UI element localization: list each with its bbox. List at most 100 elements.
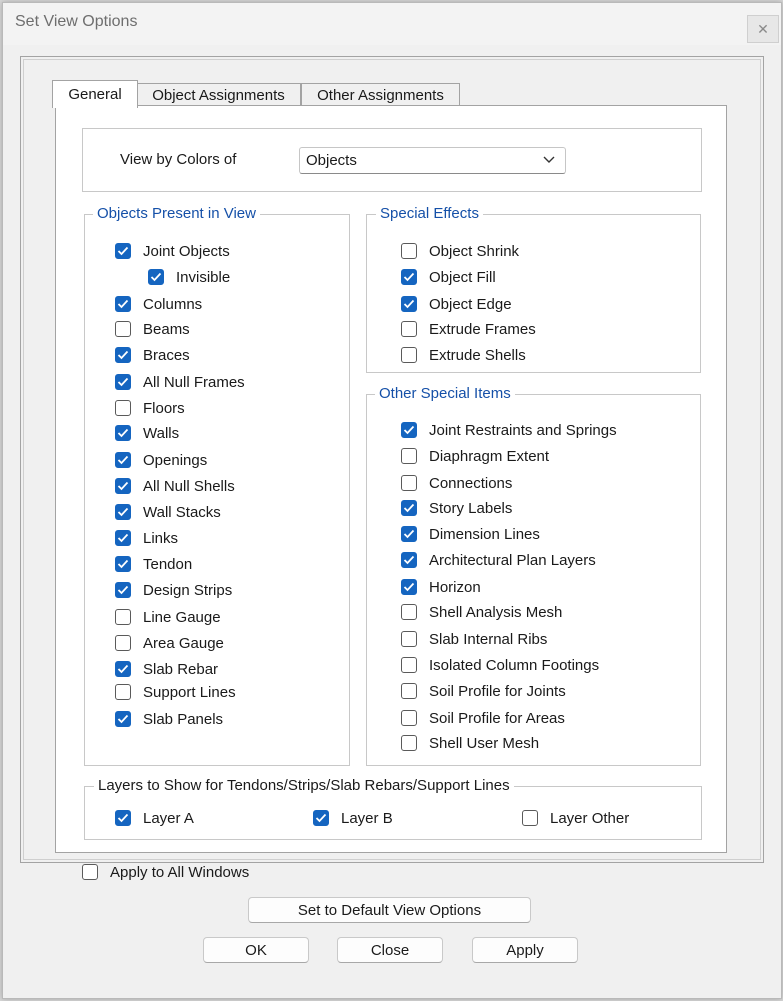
- checkbox-layer-b[interactable]: Layer B: [313, 808, 393, 828]
- checkbox-unchecked-icon[interactable]: [115, 321, 131, 337]
- checkbox-unchecked-icon[interactable]: [401, 604, 417, 620]
- close-button[interactable]: Close: [337, 937, 443, 963]
- checkbox-invisible[interactable]: Invisible: [148, 267, 230, 287]
- checkbox-slab-rebar[interactable]: Slab Rebar: [115, 659, 218, 679]
- checkbox-unchecked-icon[interactable]: [401, 347, 417, 363]
- checkbox-checked-icon[interactable]: [115, 530, 131, 546]
- checkbox-checked-icon[interactable]: [313, 810, 329, 826]
- checkbox-openings[interactable]: Openings: [115, 450, 207, 470]
- set-default-view-options-button[interactable]: Set to Default View Options: [248, 897, 531, 923]
- checkbox-unchecked-icon[interactable]: [401, 243, 417, 259]
- checkbox-object-shrink[interactable]: Object Shrink: [401, 241, 519, 261]
- checkbox-checked-icon[interactable]: [115, 347, 131, 363]
- checkbox-unchecked-icon[interactable]: [401, 631, 417, 647]
- checkbox-unchecked-icon[interactable]: [115, 635, 131, 651]
- checkbox-checked-icon[interactable]: [148, 269, 164, 285]
- tab-other-assignments[interactable]: Other Assignments: [301, 83, 460, 107]
- checkbox-floors[interactable]: Floors: [115, 398, 185, 418]
- checkbox-shell-user-mesh[interactable]: Shell User Mesh: [401, 733, 539, 753]
- checkbox-unchecked-icon[interactable]: [115, 684, 131, 700]
- checkbox-slab-internal-ribs[interactable]: Slab Internal Ribs: [401, 629, 547, 649]
- checkbox-checked-icon[interactable]: [115, 374, 131, 390]
- checkbox-unchecked-icon[interactable]: [401, 710, 417, 726]
- layers-group: Layers to Show for Tendons/Strips/Slab R…: [84, 777, 702, 840]
- checkbox-soil-profile-for-areas[interactable]: Soil Profile for Areas: [401, 708, 565, 728]
- checkbox-checked-icon[interactable]: [115, 556, 131, 572]
- checkbox-diaphragm-extent[interactable]: Diaphragm Extent: [401, 446, 549, 466]
- checkbox-label: Invisible: [176, 268, 231, 286]
- checkbox-checked-icon[interactable]: [401, 296, 417, 312]
- checkbox-checked-icon[interactable]: [401, 526, 417, 542]
- checkbox-checked-icon[interactable]: [401, 552, 417, 568]
- ok-button[interactable]: OK: [203, 937, 309, 963]
- view-by-colors-dropdown[interactable]: Objects: [299, 147, 566, 174]
- checkbox-all-null-shells[interactable]: All Null Shells: [115, 476, 235, 496]
- checkbox-layer-a[interactable]: Layer A: [115, 808, 194, 828]
- checkbox-story-labels[interactable]: Story Labels: [401, 498, 512, 518]
- checkbox-area-gauge[interactable]: Area Gauge: [115, 633, 224, 653]
- title-bar[interactable]: Set View Options ✕: [3, 3, 781, 45]
- checkbox-unchecked-icon[interactable]: [401, 735, 417, 751]
- checkbox-dimension-lines[interactable]: Dimension Lines: [401, 524, 540, 544]
- checkbox-checked-icon[interactable]: [115, 452, 131, 468]
- checkbox-unchecked-icon[interactable]: [401, 683, 417, 699]
- checkbox-checked-icon[interactable]: [115, 711, 131, 727]
- checkbox-unchecked-icon[interactable]: [115, 400, 131, 416]
- checkbox-architectural-plan-layers[interactable]: Architectural Plan Layers: [401, 550, 596, 570]
- checkbox-checked-icon[interactable]: [115, 810, 131, 826]
- checkbox-braces[interactable]: Braces: [115, 345, 190, 365]
- checkbox-checked-icon[interactable]: [115, 582, 131, 598]
- checkbox-checked-icon[interactable]: [115, 504, 131, 520]
- checkbox-walls[interactable]: Walls: [115, 423, 179, 443]
- checkbox-label: Joint Restraints and Springs: [429, 421, 617, 439]
- checkbox-unchecked-icon[interactable]: [401, 657, 417, 673]
- checkbox-apply-to-all-windows[interactable]: Apply to All Windows: [82, 862, 249, 882]
- checkbox-beams[interactable]: Beams: [115, 319, 190, 339]
- checkbox-checked-icon[interactable]: [115, 478, 131, 494]
- checkbox-soil-profile-for-joints[interactable]: Soil Profile for Joints: [401, 681, 566, 701]
- checkbox-unchecked-icon[interactable]: [401, 475, 417, 491]
- checkbox-label: Object Shrink: [429, 242, 520, 260]
- checkbox-connections[interactable]: Connections: [401, 473, 512, 493]
- checkbox-extrude-frames[interactable]: Extrude Frames: [401, 319, 536, 339]
- checkbox-wall-stacks[interactable]: Wall Stacks: [115, 502, 221, 522]
- checkbox-unchecked-icon[interactable]: [522, 810, 538, 826]
- checkbox-all-null-frames[interactable]: All Null Frames: [115, 372, 245, 392]
- checkbox-checked-icon[interactable]: [401, 579, 417, 595]
- checkbox-checked-icon[interactable]: [115, 661, 131, 677]
- checkbox-object-edge[interactable]: Object Edge: [401, 294, 512, 314]
- tab-general[interactable]: General: [52, 80, 138, 108]
- checkbox-joint-restraints-and-springs[interactable]: Joint Restraints and Springs: [401, 420, 617, 440]
- checkbox-checked-icon[interactable]: [115, 243, 131, 259]
- checkbox-checked-icon[interactable]: [401, 422, 417, 438]
- checkbox-shell-analysis-mesh[interactable]: Shell Analysis Mesh: [401, 602, 562, 622]
- checkbox-object-fill[interactable]: Object Fill: [401, 267, 496, 287]
- checkbox-extrude-shells[interactable]: Extrude Shells: [401, 345, 526, 365]
- checkbox-support-lines[interactable]: Support Lines: [115, 682, 236, 702]
- checkbox-line-gauge[interactable]: Line Gauge: [115, 607, 221, 627]
- checkbox-label: Support Lines: [143, 683, 236, 701]
- checkbox-joint-objects[interactable]: Joint Objects: [115, 241, 230, 261]
- checkbox-design-strips[interactable]: Design Strips: [115, 580, 232, 600]
- checkbox-checked-icon[interactable]: [401, 500, 417, 516]
- checkbox-checked-icon[interactable]: [115, 425, 131, 441]
- checkbox-label: Soil Profile for Areas: [429, 709, 565, 727]
- checkbox-unchecked-icon[interactable]: [401, 448, 417, 464]
- apply-button[interactable]: Apply: [472, 937, 578, 963]
- checkbox-links[interactable]: Links: [115, 528, 178, 548]
- checkbox-tendon[interactable]: Tendon: [115, 554, 192, 574]
- close-window-button[interactable]: ✕: [747, 15, 779, 43]
- checkbox-checked-icon[interactable]: [115, 296, 131, 312]
- checkbox-label: Apply to All Windows: [110, 863, 250, 881]
- checkbox-unchecked-icon[interactable]: [401, 321, 417, 337]
- checkbox-unchecked-icon[interactable]: [82, 864, 98, 880]
- checkbox-unchecked-icon[interactable]: [115, 609, 131, 625]
- tab-object-assignments[interactable]: Object Assignments: [136, 83, 301, 107]
- checkbox-columns[interactable]: Columns: [115, 294, 202, 314]
- checkbox-isolated-column-footings[interactable]: Isolated Column Footings: [401, 655, 599, 675]
- checkbox-layer-other[interactable]: Layer Other: [522, 808, 629, 828]
- checkbox-horizon[interactable]: Horizon: [401, 577, 481, 597]
- checkbox-slab-panels[interactable]: Slab Panels: [115, 709, 223, 729]
- checkbox-label: Object Fill: [429, 268, 496, 286]
- checkbox-checked-icon[interactable]: [401, 269, 417, 285]
